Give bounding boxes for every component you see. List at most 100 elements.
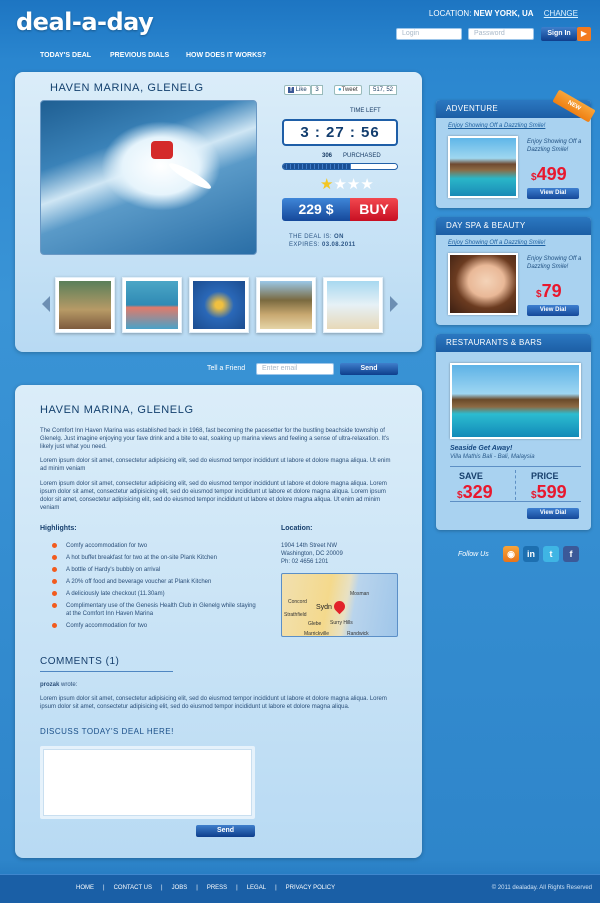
deal-expiry: EXPIRES: 03.08.2011 [289,242,356,248]
footer-link-legal[interactable]: LEGAL [247,885,266,891]
star-empty-icon[interactable]: ★ [333,176,346,193]
highlight-item: A hot buffet breakfast for two at the on… [52,554,262,562]
highlight-item: A 20% off food and beverage voucher at P… [52,578,262,586]
highlights-list: Comfy accommodation for two A hot buffet… [52,542,262,634]
highlight-item: A bottle of Hardy's bubbly on arrival [52,566,262,574]
facebook-like-button[interactable]: f Like [284,85,311,95]
highlight-item: Comfy accommodation for two [52,622,262,630]
price-label: PRICE [531,471,559,481]
map-label: Strathfield [284,612,307,618]
address-line-2: Washington, DC 20009 [281,551,343,557]
spa-link[interactable]: Enjoy Showing Off a Dazzling Smile! [448,240,545,246]
location-map[interactable]: Sydn Mosman Concord Strathfield Glebe Su… [281,573,398,637]
save-label: SAVE [459,471,483,481]
footer-link-home[interactable]: HOME [76,885,94,891]
carousel-prev-arrow-icon[interactable] [42,296,50,312]
progress-fill [283,164,352,169]
site-logo[interactable]: deal-a-day [16,8,154,36]
rss-icon[interactable]: ◉ [503,546,519,562]
comment-send-button[interactable]: Send [196,825,255,837]
footer-link-press[interactable]: PRESS [207,885,227,891]
highlight-item: Complimentary use of the Genesis Health … [52,602,262,618]
login-input[interactable]: Login [396,28,462,40]
surfer [151,141,173,159]
location-value: NEW YORK, UA [473,9,534,18]
like-count: 3 [311,85,323,95]
facebook-icon: f [288,87,294,93]
deal-title: HAVEN MARINA, GLENELG [50,82,204,94]
logo-text: deal-a-day [16,8,154,36]
password-input[interactable]: Password [468,28,534,40]
highlight-item: Comfy accommodation for two [52,542,262,550]
twitter-icon[interactable]: t [543,546,559,562]
gallery-thumb[interactable] [256,277,316,333]
map-pin-icon [331,598,348,615]
map-label: Glebe [308,621,322,627]
facebook-icon[interactable]: f [563,546,579,562]
paragraph-2: Lorem ipsum dolor sit amet, consectetur … [40,458,391,472]
copyright: © 2011 dealaday. All Rights Reserved [491,885,592,891]
star-filled-icon[interactable]: ★ [320,176,333,193]
comment-textarea[interactable] [43,749,252,816]
restaurants-view-button[interactable]: View Dial [527,508,579,519]
discuss-title: DISCUSS TODAY'S DEAL HERE! [40,727,174,736]
highlights-title: Highlights: [40,525,77,532]
linkedin-icon[interactable]: in [523,546,539,562]
rating-stars[interactable]: ★★★★ [320,176,374,194]
phone: Ph: 02 4656 1201 [281,559,329,565]
gallery-thumb[interactable] [323,277,383,333]
friend-email-input[interactable]: Enter email [256,363,334,375]
intro-paragraph: The Comfort Inn Haven Marina was establi… [40,428,390,450]
wave-splash [101,121,221,211]
deal-status: THE DEAL IS: ON [289,234,344,240]
nav-todays-deal[interactable]: TODAY'S DEAL [40,52,91,59]
deal-price: 229 $ [282,198,350,221]
adventure-link[interactable]: Enjoy Showing Off a Dazzling Smile! [448,123,545,129]
nav-how-it-works[interactable]: HOW DOES IT WORKS? [186,52,266,59]
star-empty-icon[interactable]: ★ [347,176,360,193]
spa-price: $79 [536,281,562,301]
change-location-link[interactable]: CHANGE [544,9,578,18]
footer-link-privacy[interactable]: PRIVACY POLICY [286,885,335,891]
detail-title: HAVEN MARINA, GLENELG [40,404,194,416]
spa-image[interactable] [448,253,518,315]
map-label: Mosman [350,591,370,597]
gallery-thumb[interactable] [189,277,249,333]
divider [515,470,516,500]
restaurants-caption: Seaside Get Away! [450,445,513,452]
time-left-label: TIME LEFT [350,108,381,114]
carousel-next-arrow-icon[interactable] [390,296,398,312]
nav-previous-dials[interactable]: PREVIOUS DIALS [110,52,169,59]
tell-friend-send-button[interactable]: Send [340,363,398,375]
countdown-timer: 3 : 27 : 56 [282,119,398,146]
map-label: Concord [288,599,307,605]
restaurants-subcaption: Villa Mathis Bali - Bali, Malaysia [450,454,535,460]
spa-heading: DAY SPA & BEAUTY [436,217,591,235]
star-empty-icon[interactable]: ★ [360,176,373,193]
map-label: Marrickville [304,631,329,637]
map-label: Randwick [347,631,369,637]
comments-divider [40,671,173,672]
sign-in-arrow-icon[interactable]: ▶ [577,27,591,41]
save-value: $329 [457,482,493,502]
restaurants-image[interactable] [450,363,581,439]
comment-textarea-frame [40,746,255,819]
gallery-thumb[interactable] [55,277,115,333]
tweet-button[interactable]: ●Tweet [334,85,362,95]
gallery-thumb[interactable] [122,277,182,333]
spa-desc: Enjoy Showing Off a Dazzling Smile! [527,256,582,270]
tweet-count: 517, 52 [369,85,398,95]
adventure-price: $499 [531,164,567,184]
comment-author[interactable]: prozak [40,682,59,688]
adventure-view-button[interactable]: View Dial [527,188,579,199]
adventure-image[interactable] [448,136,518,198]
follow-us-label: Follow Us [458,551,489,558]
divider [450,501,581,502]
spa-view-button[interactable]: View Dial [527,305,579,316]
footer-link-contact[interactable]: CONTACT US [114,885,152,891]
footer-link-jobs[interactable]: JOBS [172,885,188,891]
buy-button[interactable]: BUY [350,198,398,221]
sign-in-button[interactable]: Sign In [541,27,577,41]
comment-text: Lorem ipsum dolor sit amet, consectetur … [40,696,387,710]
highlight-item: A deliciously late checkout (11.30am) [52,590,262,598]
